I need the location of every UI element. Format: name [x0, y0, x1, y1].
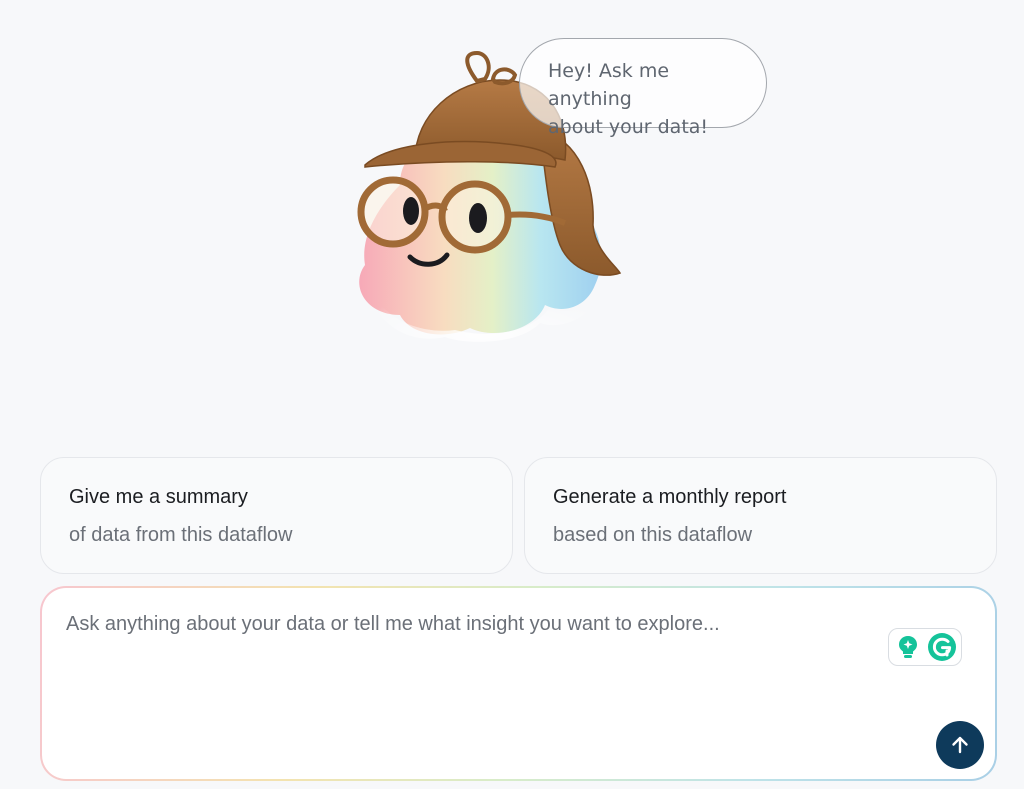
chat-assistant-page: Hey! Ask me anything about your data! Gi… — [0, 0, 1024, 789]
assistant-greeting-bubble: Hey! Ask me anything about your data! — [519, 38, 767, 138]
grammarly-widget — [888, 628, 962, 666]
lightbulb-sparkle-icon[interactable] — [893, 632, 923, 662]
suggestion-title: Generate a monthly report — [553, 486, 787, 508]
suggestion-subtitle: of data from this dataflow — [69, 524, 293, 546]
suggestion-subtitle: based on this dataflow — [553, 524, 753, 546]
greeting-line-1: Hey! Ask me anything — [548, 60, 670, 110]
chat-input-box — [42, 588, 995, 779]
greeting-line-2: about your data! — [548, 116, 709, 138]
suggestion-card-summary[interactable]: Give me a summary of data from this data… — [40, 457, 513, 574]
suggestion-title: Give me a summary — [69, 486, 248, 508]
grammarly-g-icon[interactable] — [927, 632, 957, 662]
chat-input[interactable] — [66, 610, 876, 730]
arrow-up-icon — [952, 736, 968, 754]
send-button[interactable] — [936, 721, 984, 769]
suggestion-card-monthly-report[interactable]: Generate a monthly report based on this … — [524, 457, 997, 574]
chat-input-container — [40, 586, 997, 781]
